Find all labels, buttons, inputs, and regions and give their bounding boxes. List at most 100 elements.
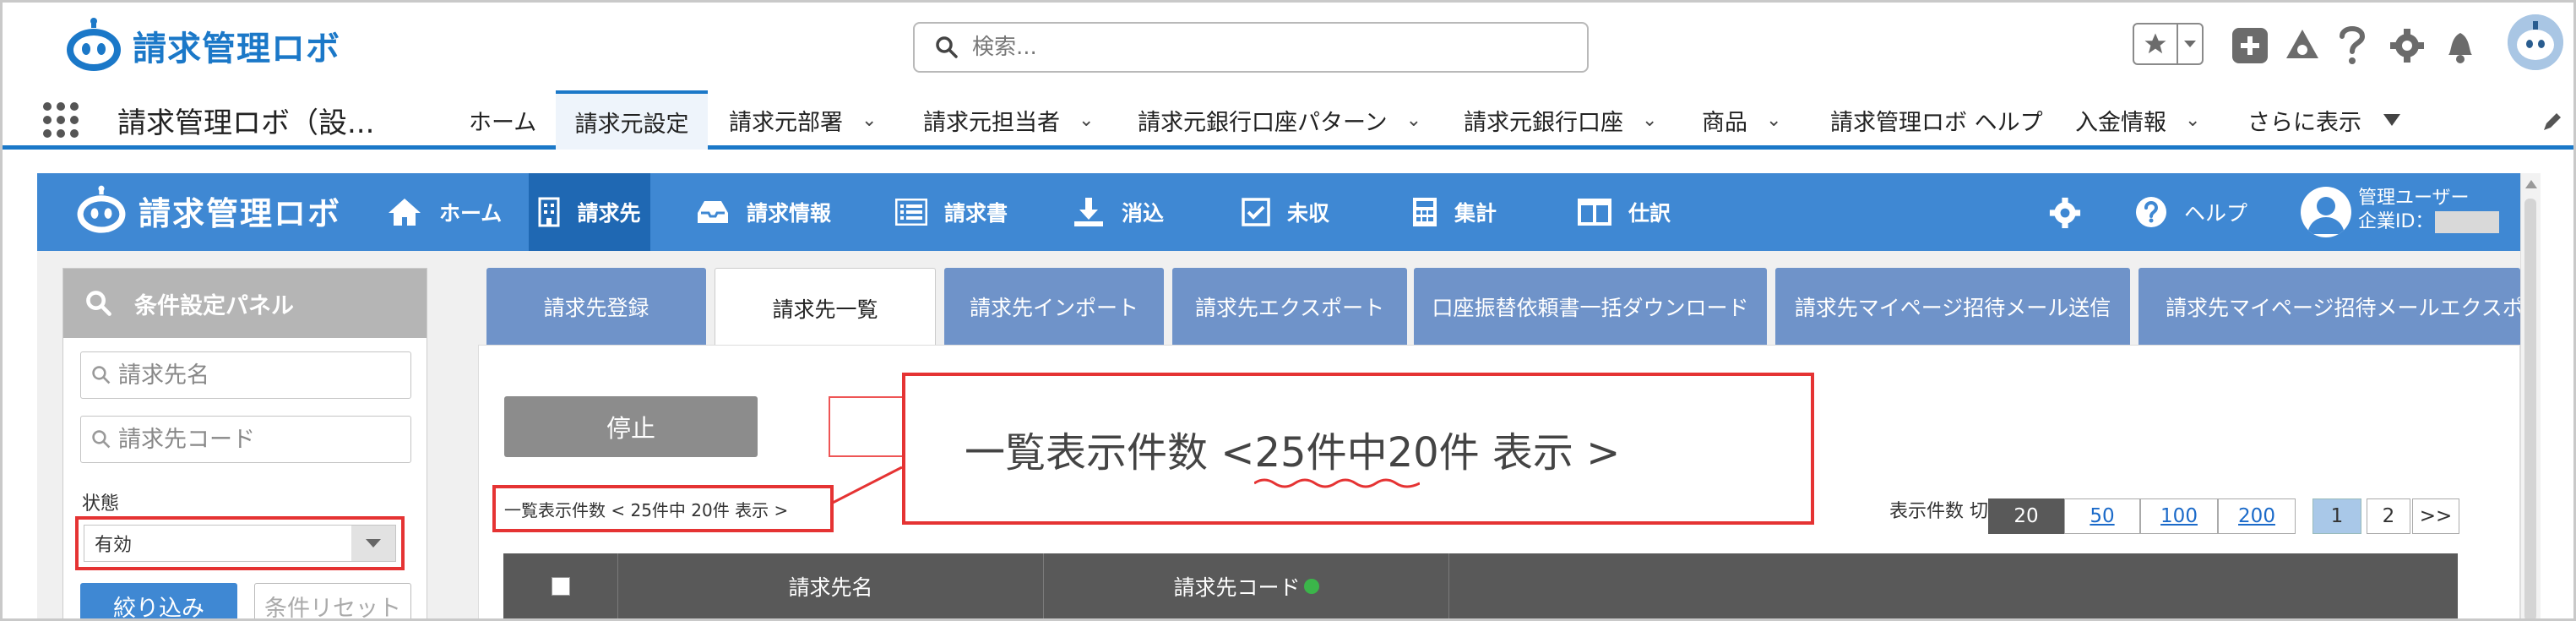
app-nav-home[interactable]: ホーム	[387, 173, 502, 251]
app-nav-invoices[interactable]: 請求書	[895, 173, 1008, 251]
global-logo[interactable]: 請求管理ロボ	[63, 18, 340, 74]
tab-mypage-invite-send[interactable]: 請求先マイページ招待メール送信	[1775, 268, 2130, 346]
trailhead-icon[interactable]	[2283, 26, 2322, 65]
tab-customer-list[interactable]: 請求先一覧	[715, 268, 936, 347]
nav-item-billing-dept[interactable]: 請求元部署 ⌄	[729, 90, 877, 150]
zoom-callout: 一覧表示件数 < 25件中 20件 表示 >	[902, 373, 1814, 525]
vertical-scrollbar[interactable]	[2520, 173, 2541, 621]
nav-item-home[interactable]: ホーム	[469, 90, 536, 150]
tab-bank-transfer-download[interactable]: 口座振替依頼書一括ダウンロード	[1414, 268, 1767, 346]
search-icon	[936, 36, 958, 58]
user-icon[interactable]	[2301, 187, 2351, 237]
home-icon	[389, 199, 421, 226]
search-icon	[92, 366, 111, 384]
page-last-button[interactable]: >>	[2412, 498, 2459, 534]
status-highlight: 有効	[75, 516, 405, 570]
app-logo-text: 請求管理ロボ	[139, 194, 342, 232]
search-icon	[86, 291, 111, 316]
robot-logo-icon	[77, 185, 126, 233]
app-nav-billing-info[interactable]: 請求情報	[696, 173, 831, 251]
nav-item-bank-pattern[interactable]: 請求元銀行口座パターン ⌄	[1138, 90, 1421, 150]
global-search[interactable]	[913, 22, 1589, 73]
customer-code-field[interactable]	[80, 416, 411, 463]
status-select[interactable]: 有効	[84, 525, 396, 562]
chevron-down-icon	[2178, 25, 2202, 63]
page-2-button[interactable]: 2	[2367, 498, 2410, 534]
col-customer-code[interactable]: 請求先コード	[1044, 553, 1449, 618]
scroll-up-arrow[interactable]	[2525, 180, 2537, 188]
tab-customer-export[interactable]: 請求先エクスポート	[1172, 268, 1407, 346]
help-icon[interactable]	[2335, 25, 2369, 65]
app-nav-customers[interactable]: 請求先	[529, 173, 650, 251]
select-all-checkbox[interactable]	[551, 576, 570, 596]
zoom-rest: 20件 表示 >	[1387, 429, 1621, 477]
chevron-down-icon[interactable]: ⌄	[1079, 110, 1094, 131]
customer-name-input[interactable]	[117, 361, 399, 389]
columns-icon	[1578, 199, 1611, 226]
chevron-down-icon[interactable]: ⌄	[1406, 110, 1421, 131]
bell-icon[interactable]	[2443, 26, 2477, 65]
download-icon	[1074, 198, 1103, 226]
app-help-link[interactable]: ヘルプ	[2135, 173, 2247, 251]
app-nav-bar: 請求管理ロボ（設... ホーム 請求元設定 請求元部署 ⌄ 請求元担当者 ⌄ 請求元…	[3, 90, 2573, 150]
per-page-20[interactable]: 20	[1988, 498, 2064, 534]
filter-button[interactable]: 絞り込み	[80, 583, 237, 621]
edit-pencil-icon[interactable]	[2541, 111, 2563, 133]
nav-item-payments[interactable]: 入金情報 ⌄	[2075, 90, 2200, 150]
favorites-button[interactable]	[2133, 23, 2204, 65]
app-nav-summary[interactable]: 集計	[1412, 173, 1497, 251]
company-id-label: 企業ID：	[2358, 211, 2434, 232]
tab-customer-register[interactable]: 請求先登録	[486, 268, 706, 346]
gear-icon[interactable]	[2389, 28, 2425, 63]
calculator-icon	[1413, 198, 1437, 226]
chevron-down-icon[interactable]: ⌄	[2185, 110, 2200, 131]
building-icon	[538, 197, 560, 227]
gear-icon[interactable]	[2049, 197, 2081, 229]
stop-button[interactable]: 停止	[504, 396, 758, 457]
per-page-50[interactable]: 50	[2064, 498, 2140, 534]
global-search-input[interactable]	[970, 34, 1565, 61]
app-launcher-icon[interactable]	[41, 101, 80, 139]
nav-item-bank-account[interactable]: 請求元銀行口座 ⌄	[1464, 90, 1657, 150]
app-nav-journal[interactable]: 仕訳	[1578, 173, 1671, 251]
star-icon	[2134, 25, 2178, 63]
list-count-text: 一覧表示件数 < 25件中 20件 表示 >	[504, 499, 789, 520]
zoom-prefix: 一覧表示件数 <	[965, 429, 1255, 477]
customer-code-input[interactable]	[117, 425, 399, 454]
user-info: 管理ユーザー 企業ID：	[2358, 187, 2500, 234]
app-header: 請求管理ロボ ホーム 請求先 請求情報 請求書 消込 未収 集計 仕訳 ヘルプ …	[37, 173, 2520, 251]
tab-customer-import[interactable]: 請求先インポート	[944, 268, 1164, 346]
page-1-button[interactable]: 1	[2312, 498, 2361, 534]
user-avatar[interactable]	[2508, 14, 2563, 70]
chevron-down-icon[interactable]: ⌄	[1766, 110, 1781, 131]
nav-item-billing-settings[interactable]: 請求元設定	[556, 90, 708, 150]
list-icon	[895, 199, 927, 226]
select-arrow[interactable]	[351, 526, 395, 561]
zoom-total: 25件中	[1254, 419, 1421, 488]
status-label: 状態	[82, 493, 120, 515]
per-page-200[interactable]: 200	[2218, 498, 2296, 534]
global-logo-text: 請求管理ロボ	[133, 30, 340, 68]
nav-item-help[interactable]: 請求管理ロボ ヘルプ	[1830, 90, 2043, 150]
caret-down-icon	[2383, 114, 2400, 126]
nav-item-products[interactable]: 商品 ⌄	[1702, 90, 1781, 150]
chevron-down-icon[interactable]: ⌄	[861, 110, 877, 131]
scroll-thumb[interactable]	[2524, 199, 2536, 621]
nav-item-more[interactable]: さらに表示	[2247, 90, 2400, 150]
app-nav-reconcile[interactable]: 消込	[1073, 173, 1164, 251]
tab-mypage-invite-export[interactable]: 請求先マイページ招待メールエクスポート	[2139, 268, 2520, 346]
per-page-100[interactable]: 100	[2140, 498, 2218, 534]
info-dot-icon[interactable]	[1303, 578, 1319, 594]
customer-table-header: 請求先名 請求先コード	[503, 553, 2458, 618]
app-nav-unpaid[interactable]: 未収	[1242, 173, 1329, 251]
chevron-down-icon[interactable]: ⌄	[1642, 110, 1657, 131]
nav-item-billing-staff[interactable]: 請求元担当者 ⌄	[923, 90, 1094, 150]
app-logo[interactable]: 請求管理ロボ	[74, 185, 341, 236]
company-id-masked	[2435, 211, 2500, 233]
reset-button[interactable]: 条件リセット	[254, 583, 411, 621]
global-header: 請求管理ロボ	[3, 3, 2573, 90]
wavy-underline	[1254, 478, 1421, 488]
add-icon[interactable]	[2232, 28, 2268, 63]
col-customer-name[interactable]: 請求先名	[618, 553, 1044, 618]
customer-name-field[interactable]	[80, 351, 411, 399]
